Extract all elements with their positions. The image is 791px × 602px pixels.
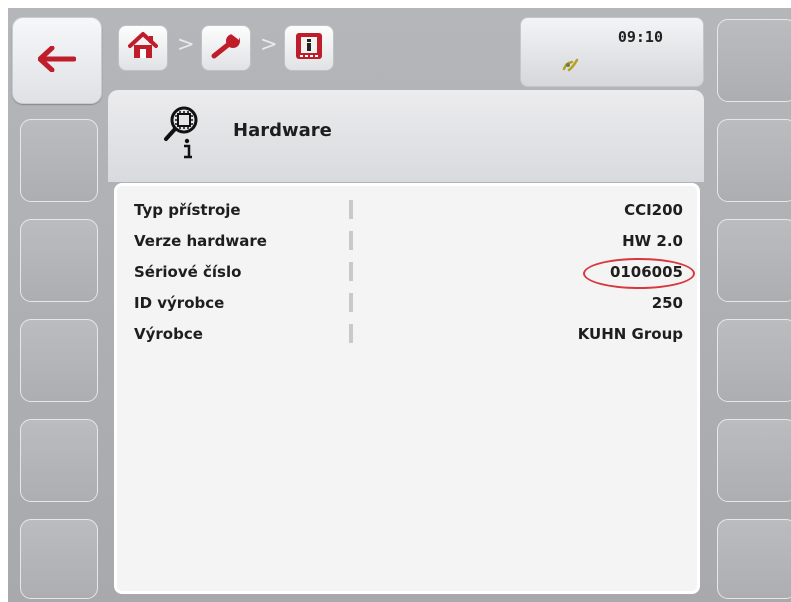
breadcrumb-home[interactable] — [118, 25, 168, 71]
chip-magnifier-info-icon — [163, 105, 203, 165]
right-softkey-1[interactable] — [717, 19, 791, 102]
breadcrumb-settings[interactable] — [201, 25, 251, 71]
row-value: 250 — [651, 293, 683, 312]
row-label: Typ přístroje — [134, 200, 241, 219]
row-label: Výrobce — [134, 324, 203, 343]
back-button[interactable] — [12, 17, 102, 104]
breadcrumb-info[interactable] — [284, 25, 334, 71]
column-divider — [349, 262, 353, 281]
left-softkey-1[interactable] — [20, 119, 98, 202]
page-header: Hardware — [108, 90, 704, 182]
serial-number-highlight — [583, 258, 695, 289]
table-row: ID výrobce 250 — [134, 287, 683, 318]
column-divider — [349, 324, 353, 343]
right-softkey-5[interactable] — [717, 419, 791, 502]
right-softkey-6[interactable] — [717, 519, 791, 599]
left-softkey-3[interactable] — [20, 319, 98, 402]
column-divider — [349, 293, 353, 312]
row-value: HW 2.0 — [622, 231, 683, 250]
hardware-info-panel: Typ přístroje CCI200 Verze hardware HW 2… — [114, 183, 700, 594]
status-time: 09:10 — [617, 28, 663, 46]
page-title: Hardware — [233, 120, 332, 141]
signal-wave-icon — [561, 54, 583, 76]
left-softkey-5[interactable] — [20, 519, 98, 599]
breadcrumb-separator: > — [177, 32, 195, 56]
row-value: KUHN Group — [577, 324, 683, 343]
left-softkey-2[interactable] — [20, 219, 98, 302]
row-label: ID výrobce — [134, 293, 225, 312]
table-row: Verze hardware HW 2.0 — [134, 225, 683, 256]
column-divider — [349, 200, 353, 219]
row-label: Sériové číslo — [134, 262, 242, 281]
right-softkey-3[interactable] — [717, 219, 791, 302]
arrow-left-icon — [37, 45, 77, 76]
left-softkey-4[interactable] — [20, 419, 98, 502]
row-label: Verze hardware — [134, 231, 267, 250]
status-panel: 09:10 — [520, 17, 704, 87]
table-row: Typ přístroje CCI200 — [134, 194, 683, 225]
home-icon — [127, 31, 159, 65]
column-divider — [349, 231, 353, 250]
breadcrumb-separator: > — [260, 32, 278, 56]
info-icon — [294, 31, 324, 65]
row-value: CCI200 — [624, 200, 683, 219]
right-softkey-2[interactable] — [717, 119, 791, 202]
wrench-icon — [209, 31, 243, 65]
right-softkey-4[interactable] — [717, 319, 791, 402]
table-row: Výrobce KUHN Group — [134, 318, 683, 349]
